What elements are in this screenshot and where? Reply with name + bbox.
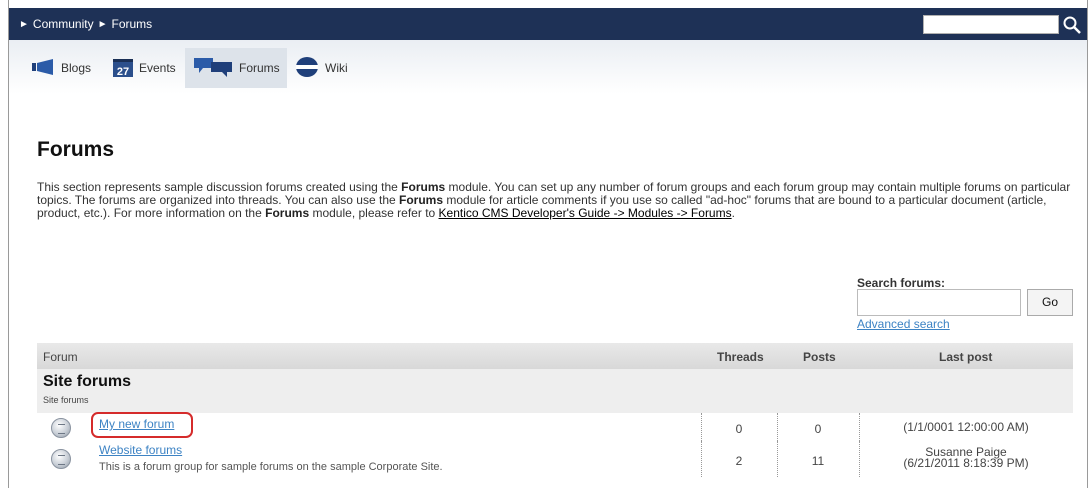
tab-label: Events	[139, 61, 176, 75]
column-divider	[701, 441, 702, 477]
tab-blogs[interactable]: Blogs	[23, 48, 105, 88]
chat-bubbles-icon	[193, 56, 233, 81]
search-icon[interactable]	[1061, 14, 1083, 36]
forum-group-row: Site forums Site forums	[37, 369, 1073, 413]
tab-wiki[interactable]: Wiki	[287, 48, 357, 88]
column-threads: Threads	[717, 350, 764, 364]
tab-events[interactable]: 27 Events	[105, 48, 185, 88]
top-bar: ► Community ► Forums	[9, 8, 1087, 40]
go-button[interactable]: Go	[1027, 289, 1073, 316]
last-post-info: Susanne Paige (6/21/2011 8:18:39 PM)	[859, 446, 1073, 470]
advanced-search-link[interactable]: Advanced search	[857, 317, 950, 331]
post-count: 11	[811, 454, 825, 468]
column-divider	[701, 413, 702, 441]
group-subtitle: Site forums	[43, 395, 89, 405]
column-divider	[777, 413, 778, 441]
tab-label: Forums	[239, 61, 280, 75]
breadcrumb-arrow-icon: ►	[19, 18, 29, 30]
forum-description: This is a forum group for sample forums …	[99, 461, 443, 473]
post-count: 0	[814, 422, 822, 436]
site-search-input[interactable]	[923, 15, 1059, 34]
page-frame: ► Community ► Forums Blogs 27 Events For…	[8, 0, 1088, 488]
forum-table: Forum Threads Posts Last post Site forum…	[37, 343, 1073, 477]
megaphone-icon	[31, 58, 55, 78]
column-last-post: Last post	[939, 350, 993, 364]
developer-guide-link[interactable]: Kentico CMS Developer's Guide -> Modules…	[439, 206, 732, 220]
column-forum: Forum	[43, 350, 78, 364]
search-forums-input[interactable]	[857, 289, 1021, 316]
tab-label: Wiki	[325, 61, 348, 75]
tab-forums[interactable]: Forums	[185, 48, 287, 88]
table-row: My new forum 0 0 (1/1/0001 12:00:00 AM)	[37, 412, 1073, 441]
intro-text: This section represents sample discussio…	[37, 180, 1071, 220]
group-title: Site forums	[43, 373, 132, 390]
globe-icon	[295, 56, 319, 81]
calendar-icon: 27	[113, 59, 133, 78]
thread-count: 2	[735, 454, 743, 468]
last-post-date: (6/21/2011 8:18:39 PM)	[903, 456, 1029, 470]
section-nav: Blogs 27 Events Forums Wiki	[9, 40, 1087, 94]
forum-icon	[51, 449, 71, 469]
breadcrumb-forums[interactable]: Forums	[112, 17, 153, 31]
column-posts: Posts	[803, 350, 836, 364]
breadcrumb-arrow-icon: ►	[97, 18, 108, 30]
thread-count: 0	[735, 422, 743, 436]
page-title: Forums	[37, 138, 115, 161]
forum-link-my-new-forum[interactable]: My new forum	[99, 417, 174, 431]
forum-icon	[51, 418, 71, 438]
last-post-date: (1/1/0001 12:00:00 AM)	[903, 420, 1029, 434]
breadcrumb: ► Community ► Forums	[19, 17, 152, 31]
column-divider	[777, 441, 778, 477]
breadcrumb-community[interactable]: Community	[33, 17, 94, 31]
tab-label: Blogs	[61, 61, 92, 75]
table-header: Forum Threads Posts Last post	[37, 343, 1073, 369]
forum-link-website-forums[interactable]: Website forums	[99, 443, 182, 457]
search-forums-label: Search forums:	[857, 276, 946, 290]
table-row: Website forums This is a forum group for…	[37, 441, 1073, 477]
